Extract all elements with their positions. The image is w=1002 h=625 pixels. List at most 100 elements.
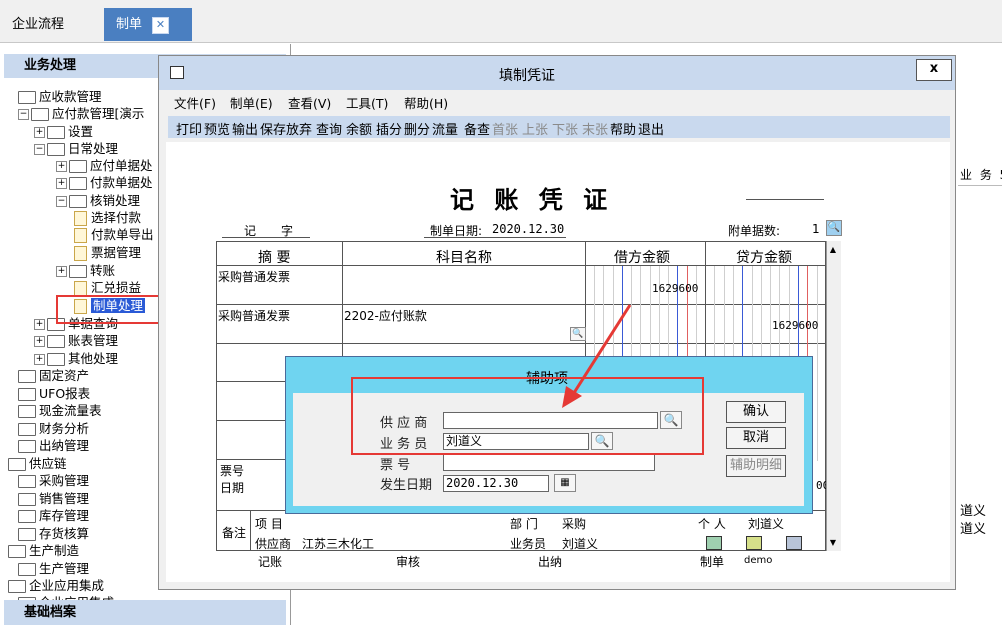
toolbar-button[interactable]: 余额 [346, 119, 372, 138]
folder-icon [18, 370, 36, 383]
toolbar-button[interactable]: 下张 [552, 119, 578, 138]
tree-item[interactable]: 固定资产 [18, 367, 89, 384]
toolbar-button[interactable]: 打印 [176, 119, 202, 138]
tree-item[interactable]: 付款单导出 [74, 226, 154, 243]
top-tab-bar: 企业流程 制单 ✕ [0, 0, 1002, 43]
toolbar-button[interactable]: 退出 [638, 119, 664, 138]
toolbar-button[interactable]: 首张 [492, 119, 518, 138]
tree-item[interactable]: 库存管理 [18, 507, 89, 524]
toolbar-button[interactable]: 帮助 [610, 119, 636, 138]
tree-item[interactable]: UFO报表 [18, 385, 90, 402]
dialog-close-button[interactable]: x [916, 59, 952, 81]
expand-icon[interactable]: + [56, 266, 67, 277]
menu-help[interactable]: 帮助(H) [404, 93, 448, 112]
divider [424, 237, 566, 238]
calendar-icon[interactable]: ▦ [554, 474, 576, 492]
note-icon[interactable] [706, 536, 722, 550]
tree-item[interactable]: 生产管理 [18, 560, 89, 577]
tab-enterprise-flow[interactable]: 企业流程 [0, 8, 100, 41]
tree-item[interactable]: 生产制造 [8, 542, 79, 559]
scroll-up-icon[interactable]: ▲ [826, 243, 840, 257]
search-icon[interactable]: 🔍 [826, 220, 842, 236]
tree-item[interactable]: 存货核算 [18, 525, 89, 542]
close-icon[interactable]: ✕ [152, 17, 170, 34]
row-summary[interactable]: 采购普通发票 [218, 307, 290, 324]
tree-item[interactable]: 企业应用集成 [8, 577, 104, 594]
toolbar-button[interactable]: 预览 [204, 119, 230, 138]
link-icon[interactable] [786, 536, 802, 550]
collapse-icon[interactable]: − [56, 196, 67, 207]
tree-item-label: 出纳管理 [39, 438, 90, 453]
card-icon[interactable] [746, 536, 762, 550]
toolbar-button[interactable]: 备查 [464, 119, 490, 138]
footer-maker-value: demo [744, 555, 773, 566]
ticket-input[interactable] [443, 454, 655, 471]
tree-item[interactable]: 供应链 [8, 455, 67, 472]
toolbar-button[interactable]: 末张 [582, 119, 608, 138]
tree-item[interactable]: 财务分析 [18, 420, 89, 437]
toolbar-button[interactable]: 保存 [260, 119, 286, 138]
toolbar-button[interactable]: 输出 [232, 119, 258, 138]
toolbar-button[interactable]: 放弃 [286, 119, 312, 138]
menu-tools[interactable]: 工具(T) [346, 93, 388, 112]
tree-item[interactable]: + 付款单据处 [56, 174, 153, 191]
expand-icon[interactable]: + [34, 336, 45, 347]
tree-item[interactable]: 采购管理 [18, 472, 89, 489]
collapse-icon[interactable]: − [18, 109, 29, 120]
menu-voucher[interactable]: 制单(E) [230, 93, 273, 112]
tab-make-voucher[interactable]: 制单 ✕ [104, 8, 192, 41]
toolbar-button[interactable]: 删分 [404, 119, 430, 138]
tree-item-label: 转账 [90, 263, 116, 278]
cancel-button[interactable]: 取消 [726, 427, 786, 449]
confirm-button[interactable]: 确认 [726, 401, 786, 423]
tree-item-label: 现金流量表 [39, 403, 102, 418]
divider [216, 420, 286, 421]
tree-item-label: 生产管理 [39, 561, 90, 576]
row-summary[interactable]: 采购普通发票 [218, 268, 290, 285]
scroll-down-icon[interactable]: ▼ [826, 536, 840, 550]
toolbar-button[interactable]: 查询 [316, 119, 342, 138]
folder-icon [8, 545, 26, 558]
panel-footer-basic-files[interactable]: 基础档案 [4, 600, 286, 625]
occur-date-input[interactable]: 2020.12.30 [443, 475, 549, 492]
folder-icon [8, 580, 26, 593]
expand-icon[interactable]: + [34, 354, 45, 365]
tree-item[interactable]: 出纳管理 [18, 437, 89, 454]
toolbar-button[interactable]: 插分 [376, 119, 402, 138]
vertical-scrollbar[interactable] [826, 241, 841, 551]
aux-detail-button[interactable]: 辅助明细 [726, 455, 786, 477]
toolbar-button[interactable]: 流量 [432, 119, 458, 138]
row-credit[interactable]: 1629600 [772, 319, 818, 332]
expand-icon[interactable]: + [56, 178, 67, 189]
department-value: 采购 [562, 517, 587, 531]
tree-item[interactable]: − 日常处理 [34, 140, 118, 157]
tree-item[interactable]: − 应付款管理[演示 [18, 105, 144, 122]
tree-item[interactable]: 票据管理 [74, 244, 141, 261]
tree-item[interactable]: 现金流量表 [18, 402, 102, 419]
row-account[interactable]: 2202-应付账款 [344, 307, 427, 324]
tree-item[interactable]: + 账表管理 [34, 332, 118, 349]
menu-file[interactable]: 文件(F) [174, 93, 216, 112]
tree-item[interactable]: 应收款管理 [18, 88, 102, 105]
toolbar-button[interactable]: 上张 [522, 119, 548, 138]
attachment-count[interactable]: 1 [812, 222, 820, 236]
tree-item[interactable]: 销售管理 [18, 490, 89, 507]
row-debit[interactable]: 1629600 [652, 282, 698, 295]
tree-item[interactable]: − 核销处理 [56, 192, 140, 209]
dialog-title-bar[interactable]: 填制凭证 [159, 56, 955, 90]
expand-icon[interactable]: + [56, 161, 67, 172]
menu-view[interactable]: 查看(V) [288, 93, 331, 112]
tab-label: 企业流程 [12, 17, 65, 32]
tree-item[interactable]: + 设置 [34, 123, 93, 140]
expand-icon[interactable]: + [34, 319, 45, 330]
tree-item[interactable]: + 其他处理 [34, 350, 118, 367]
person-label: 个 人 [698, 517, 726, 531]
expand-icon[interactable]: + [34, 127, 45, 138]
tree-item[interactable]: 选择付款 [74, 209, 141, 226]
collapse-icon[interactable]: − [34, 144, 45, 155]
tree-item-label: 付款单导出 [91, 227, 154, 242]
tree-item[interactable]: + 应付单据处 [56, 157, 153, 174]
tree-item[interactable]: 汇兑损益 [74, 279, 141, 296]
tree-item[interactable]: + 转账 [56, 262, 115, 279]
voucher-date[interactable]: 2020.12.30 [492, 222, 564, 236]
